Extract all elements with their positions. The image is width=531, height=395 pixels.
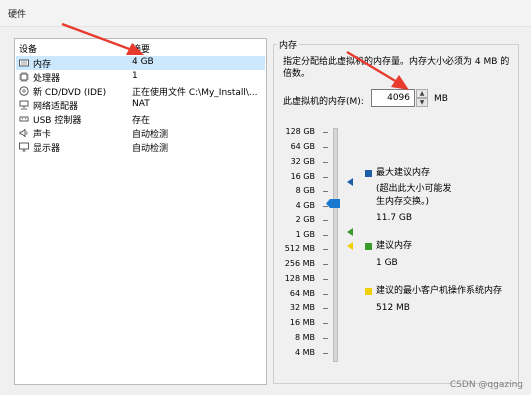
slider-tick — [323, 220, 328, 221]
guest-min-marker — [347, 242, 353, 250]
memory-slider-thumb[interactable] — [326, 199, 340, 208]
column-summary[interactable]: 摘要 — [132, 42, 150, 55]
scale-label: 128 GB — [285, 127, 316, 136]
slider-tick — [323, 323, 328, 324]
max-recommended-note: (超出此大小可能发生内存交换。) — [376, 184, 452, 207]
guest-min-value: 512 MB — [376, 303, 410, 313]
device-summary: 正在使用文件 C:\My_Install\... — [132, 88, 258, 98]
scale-label: 128 MB — [284, 274, 315, 283]
scale-label: 64 MB — [289, 289, 315, 298]
scale-label: 16 MB — [289, 318, 315, 327]
slider-tick — [323, 294, 328, 295]
slider-tick — [323, 279, 328, 280]
max-recommended-label: 最大建议内存 — [376, 168, 431, 178]
memory-stepper[interactable]: ▲ ▼ — [416, 89, 428, 107]
scale-label: 2 GB — [295, 215, 315, 224]
device-list-header: 设备 摘要 — [15, 39, 266, 55]
memory-slider-track[interactable] — [333, 128, 338, 362]
device-name: 处理器 — [33, 74, 61, 84]
device-summary: NAT — [132, 99, 150, 109]
slider-tick — [323, 338, 328, 339]
title-bar: 硬件 — [0, 0, 531, 27]
memory-description: 指定分配给此虚拟机的内存量。内存大小必须为 4 MB 的倍数。 — [283, 57, 510, 79]
scale-label: 32 MB — [289, 303, 315, 312]
memory-icon — [19, 59, 29, 67]
device-row-sound-card[interactable]: 声卡 自动检测 — [16, 126, 265, 140]
spin-down-button[interactable]: ▼ — [416, 98, 428, 107]
scale-label: 512 MB — [284, 244, 315, 253]
memory-group: 内存 指定分配给此虚拟机的内存量。内存大小必须为 4 MB 的倍数。 此虚拟机的… — [273, 38, 519, 384]
device-list: 设备 摘要 内存 4 GB 处理器 1 新 CD/DVD (IDE) 正在使用文… — [14, 38, 267, 385]
device-row-display[interactable]: 显示器 自动检测 — [16, 140, 265, 154]
memory-group-title: 内存 — [277, 38, 300, 51]
scale-label: 32 GB — [290, 157, 315, 166]
device-name: 网络适配器 — [33, 102, 79, 112]
spin-up-button[interactable]: ▲ — [416, 89, 428, 98]
scale-label: 8 GB — [295, 186, 315, 195]
device-summary: 存在 — [132, 116, 151, 126]
device-row-network-adapter[interactable]: 网络适配器 NAT — [16, 98, 265, 112]
device-name: 内存 — [33, 60, 52, 70]
memory-unit: MB — [434, 94, 448, 104]
slider-tick — [323, 177, 328, 178]
sound-card-icon — [19, 128, 28, 138]
scale-label: 4 GB — [295, 201, 315, 210]
device-name: 声卡 — [33, 130, 52, 140]
device-summary: 1 — [132, 71, 138, 81]
scale-label: 64 GB — [290, 142, 315, 151]
cd-dvd-icon — [19, 86, 29, 96]
max-recommended-swatch — [365, 170, 372, 177]
scale-label: 4 MB — [294, 348, 315, 357]
recommended-marker — [347, 228, 353, 236]
scale-label: 1 GB — [295, 230, 315, 239]
column-device[interactable]: 设备 — [19, 42, 37, 55]
recommended-label: 建议内存 — [376, 241, 413, 251]
device-name: 显示器 — [33, 144, 61, 154]
processor-icon — [19, 72, 29, 82]
slider-tick — [323, 162, 328, 163]
memory-input[interactable]: 4096 — [371, 89, 415, 107]
slider-tick — [323, 353, 328, 354]
slider-tick — [323, 308, 328, 309]
slider-tick — [323, 147, 328, 148]
device-name: 新 CD/DVD (IDE) — [33, 88, 107, 98]
slider-tick — [323, 235, 328, 236]
slider-tick — [323, 249, 328, 250]
device-row-usb-controller[interactable]: USB 控制器 存在 — [16, 112, 265, 126]
watermark: CSDN @qgazing — [449, 380, 523, 390]
slider-tick — [323, 132, 328, 133]
guest-min-swatch — [365, 288, 372, 295]
device-row-cd-dvd[interactable]: 新 CD/DVD (IDE) 正在使用文件 C:\My_Install\... — [16, 84, 265, 98]
recommended-swatch — [365, 243, 372, 250]
guest-min-label: 建议的最小客户机操作系统内存 — [376, 286, 503, 296]
slider-tick — [323, 206, 328, 207]
memory-field-label: 此虚拟机的内存(M): — [283, 97, 364, 107]
scale-label: 8 MB — [294, 333, 315, 342]
device-row-memory[interactable]: 内存 4 GB — [16, 56, 265, 70]
device-summary: 自动检测 — [132, 144, 169, 154]
max-recommended-marker — [347, 178, 353, 186]
scale-label: 16 GB — [290, 172, 315, 181]
window-title: 硬件 — [8, 10, 27, 20]
max-recommended-value: 11.7 GB — [376, 213, 413, 223]
device-summary: 自动检测 — [132, 130, 169, 140]
scale-label: 256 MB — [284, 259, 315, 268]
device-summary: 4 GB — [132, 57, 154, 67]
device-row-processor[interactable]: 处理器 1 — [16, 70, 265, 84]
network-adapter-icon — [19, 100, 29, 110]
slider-tick — [323, 264, 328, 265]
display-icon — [19, 142, 29, 152]
device-name: USB 控制器 — [33, 116, 82, 126]
usb-controller-icon — [19, 116, 29, 122]
recommended-value: 1 GB — [376, 258, 398, 268]
slider-tick — [323, 191, 328, 192]
